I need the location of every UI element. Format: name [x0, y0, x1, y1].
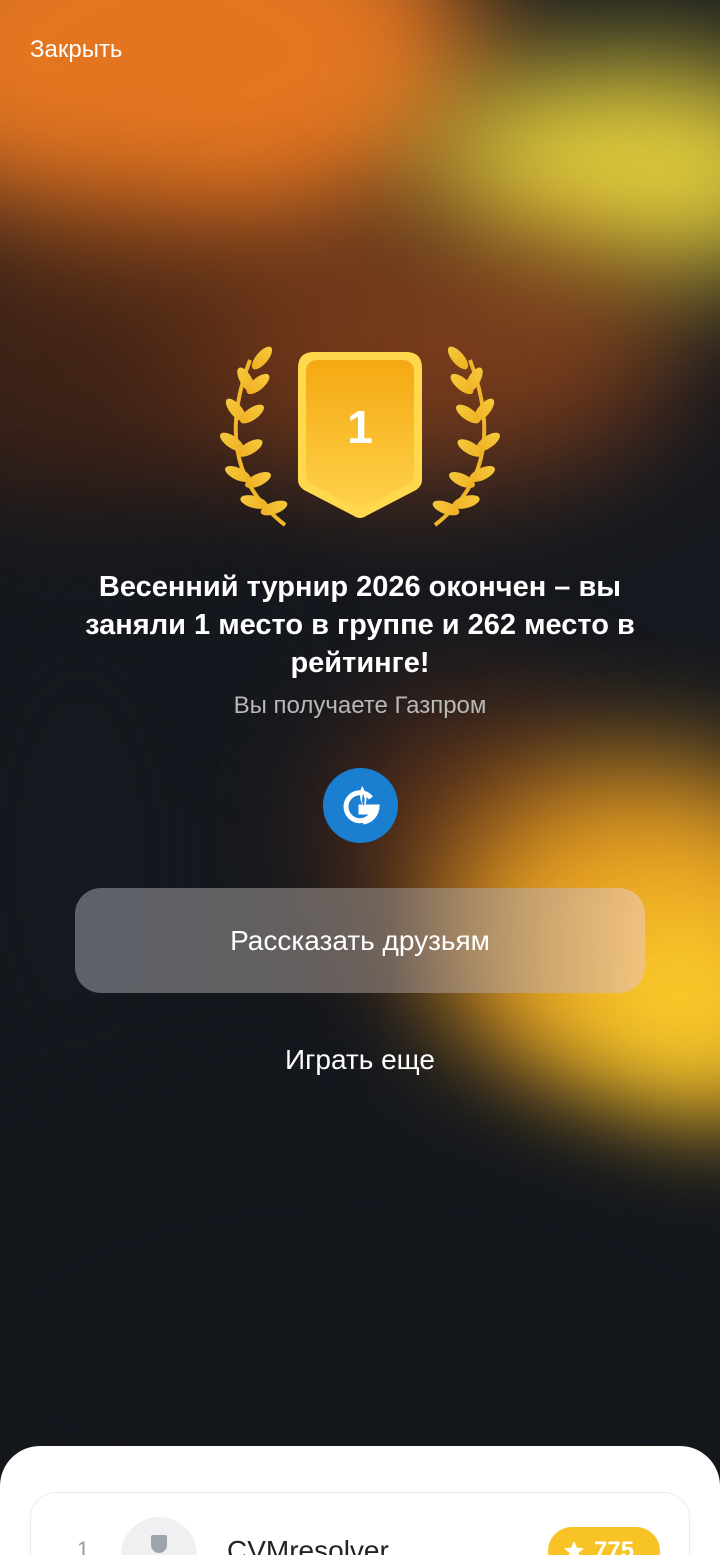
- leaderboard-sheet: 1 CVMresolver 775: [0, 1446, 720, 1555]
- row-username: CVMresolver: [227, 1535, 389, 1555]
- leaderboard-row[interactable]: 1 CVMresolver 775: [30, 1492, 690, 1555]
- score-badge: 775: [548, 1527, 660, 1555]
- play-again-button[interactable]: Играть еще: [160, 1044, 560, 1076]
- gazprom-logo: [323, 768, 398, 843]
- result-title: Весенний турнир 2026 окончен – вы заняли…: [85, 571, 635, 679]
- star-icon: [564, 1541, 584, 1555]
- gazprom-flame-icon: [343, 785, 380, 824]
- avatar: [121, 1517, 197, 1555]
- close-button[interactable]: Закрыть: [30, 36, 122, 64]
- row-rank: 1: [77, 1537, 90, 1555]
- share-with-friends-button[interactable]: Рассказать друзьям: [75, 888, 645, 993]
- avatar-placeholder-icon: [151, 1535, 167, 1553]
- result-subtitle: Вы получаете Газпром: [233, 692, 487, 719]
- score-value: 775: [594, 1537, 635, 1555]
- place-number: 1: [347, 401, 373, 453]
